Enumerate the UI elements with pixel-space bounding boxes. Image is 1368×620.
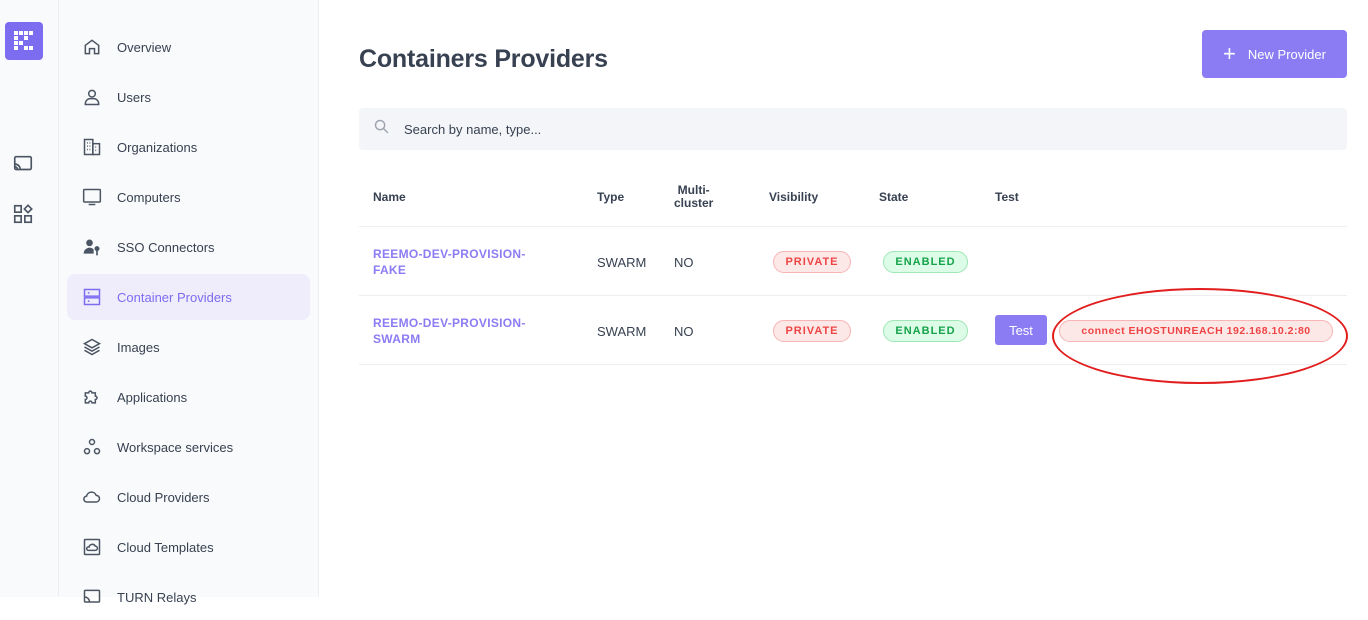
- sidebar-item-label: Cloud Templates: [117, 539, 214, 555]
- cloud-icon: [81, 486, 103, 508]
- visibility-badge: PRIVATE: [773, 251, 851, 273]
- puzzle-icon: [81, 386, 103, 408]
- sidebar-item-applications[interactable]: Applications: [67, 374, 310, 420]
- column-header-type[interactable]: Type: [597, 190, 624, 204]
- sidebar-item-container-providers[interactable]: Container Providers: [67, 274, 310, 320]
- new-provider-label: New Provider: [1247, 46, 1326, 62]
- provider-name-link[interactable]: REEMO-DEV-PROVISION- FAKE: [373, 246, 526, 278]
- test-button[interactable]: Test: [995, 315, 1047, 345]
- provider-name-line: REEMO-DEV-PROVISION-: [373, 247, 526, 261]
- column-header-test: Test: [995, 190, 1019, 204]
- sidebar-item-workspace-services[interactable]: Workspace services: [67, 424, 310, 470]
- sidebar-item-cloud-providers[interactable]: Cloud Providers: [67, 474, 310, 520]
- sidebar-item-label: Workspace services: [117, 439, 234, 455]
- sidebar-item-cloud-templates[interactable]: Cloud Templates: [67, 524, 310, 570]
- table-divider: [359, 226, 1347, 227]
- annotation-circle: [1052, 288, 1348, 384]
- layers-icon: [81, 336, 103, 358]
- sidebar-item-label: TURN Relays: [117, 589, 197, 605]
- sidebar-item-images[interactable]: Images: [67, 324, 310, 370]
- search-icon: [373, 118, 390, 140]
- sidebar-item-overview[interactable]: Overview: [67, 24, 310, 70]
- sidebar-item-organizations[interactable]: Organizations: [67, 124, 310, 170]
- monitor-icon: [81, 186, 103, 208]
- state-badge: ENABLED: [883, 320, 968, 342]
- sidebar-item-label: Container Providers: [117, 289, 232, 305]
- plus-icon: +: [1223, 41, 1236, 66]
- column-header-name[interactable]: Name: [373, 190, 406, 204]
- user-key-icon: [81, 236, 103, 258]
- sidebar-item-label: Computers: [117, 189, 181, 205]
- sidebar-item-label: Users: [117, 89, 151, 105]
- provider-type: SWARM: [597, 255, 647, 270]
- sidebar: Overview Users Organizations Computers S…: [59, 0, 319, 605]
- apps-icon[interactable]: [12, 203, 34, 225]
- sidebar-item-label: Images: [117, 339, 160, 355]
- column-header-multicluster[interactable]: Multi- cluster: [674, 184, 713, 210]
- services-icon: [81, 436, 103, 458]
- search-bar[interactable]: [359, 108, 1347, 150]
- sidebar-item-computers[interactable]: Computers: [67, 174, 310, 220]
- column-header-visibility[interactable]: Visibility: [769, 190, 818, 204]
- user-icon: [81, 86, 103, 108]
- app-rail: [0, 0, 59, 597]
- app-logo-icon[interactable]: [5, 22, 43, 60]
- server-icon: [81, 286, 103, 308]
- new-provider-button[interactable]: + New Provider: [1202, 30, 1347, 78]
- sidebar-item-label: Organizations: [117, 139, 198, 155]
- provider-name-line: REEMO-DEV-PROVISION-: [373, 316, 526, 330]
- visibility-badge: PRIVATE: [773, 320, 851, 342]
- state-badge: ENABLED: [883, 251, 968, 273]
- sidebar-item-label: Cloud Providers: [117, 489, 210, 505]
- provider-name-line: SWARM: [373, 332, 421, 346]
- cloud-template-icon: [81, 536, 103, 558]
- provider-type: SWARM: [597, 324, 647, 339]
- relay-icon: [81, 586, 103, 608]
- provider-name-line: FAKE: [373, 263, 407, 277]
- cast-icon[interactable]: [12, 153, 34, 175]
- building-icon: [81, 136, 103, 158]
- provider-name-link[interactable]: REEMO-DEV-PROVISION- SWARM: [373, 315, 526, 347]
- sidebar-item-label: Applications: [117, 389, 188, 405]
- home-icon: [81, 36, 103, 58]
- main-content: Containers Providers + New Provider Name…: [319, 0, 1368, 597]
- sidebar-item-users[interactable]: Users: [67, 74, 310, 120]
- provider-multicluster: NO: [674, 324, 694, 339]
- sidebar-item-turn-relays[interactable]: TURN Relays: [67, 574, 310, 620]
- page-title: Containers Providers: [359, 45, 608, 73]
- search-input[interactable]: [404, 121, 1004, 137]
- column-header-state[interactable]: State: [879, 190, 908, 204]
- sidebar-item-sso-connectors[interactable]: SSO Connectors: [67, 224, 310, 270]
- sidebar-item-label: SSO Connectors: [117, 239, 215, 255]
- sidebar-item-label: Overview: [117, 39, 172, 55]
- provider-multicluster: NO: [674, 255, 694, 270]
